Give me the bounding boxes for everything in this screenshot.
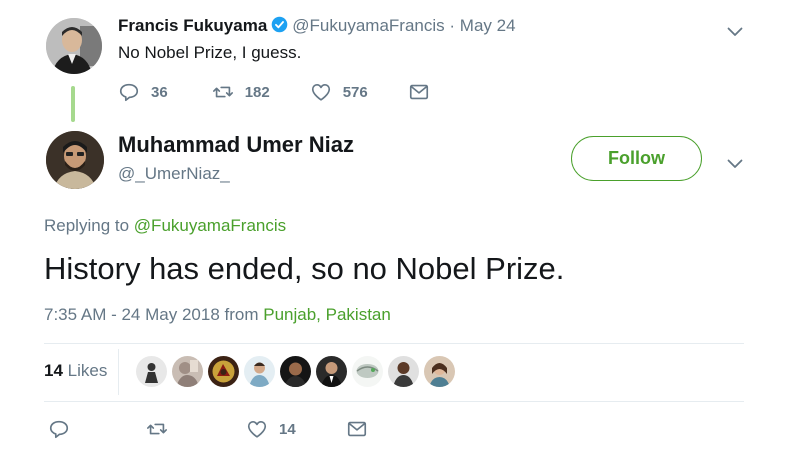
parent-author-handle[interactable]: @FukuyamaFrancis (292, 16, 444, 35)
parent-tweet-actions: 36 182 576 (118, 80, 430, 104)
like-count: 14 (279, 420, 296, 438)
author-handle[interactable]: @_UmerNiaz_ (118, 164, 230, 184)
liker-avatar[interactable] (424, 356, 455, 387)
parent-tweet-text: No Nobel Prize, I guess. (118, 43, 302, 62)
parent-author-avatar[interactable] (46, 18, 102, 74)
follow-button[interactable]: Follow (571, 136, 702, 181)
header-separator: · (449, 16, 456, 35)
likers-avatar-list (136, 356, 460, 388)
replying-to: Replying to @FukuyamaFrancis (44, 216, 286, 236)
heart-icon (311, 84, 330, 101)
envelope-icon (409, 84, 428, 100)
liker-avatar[interactable] (136, 356, 167, 387)
tweet-actions: 14 (48, 418, 378, 442)
liker-avatar[interactable] (352, 356, 383, 387)
divider (44, 401, 744, 402)
thread-connector-line (71, 86, 75, 122)
chevron-down-icon[interactable] (727, 156, 743, 174)
direct-message-button[interactable] (346, 418, 368, 440)
verified-badge-icon (271, 16, 288, 33)
envelope-icon (347, 421, 367, 437)
parent-author-name[interactable]: Francis Fukuyama (118, 16, 267, 35)
liker-avatar[interactable] (316, 356, 347, 387)
liker-avatar[interactable] (280, 356, 311, 387)
likes-count: 14 (44, 361, 63, 380)
reply-button[interactable]: 36 (118, 81, 168, 103)
tweet-metadata: 7:35 AM - 24 May 2018 from Punjab, Pakis… (44, 305, 391, 325)
reply-count: 36 (151, 83, 168, 101)
liker-avatar[interactable] (244, 356, 275, 387)
author-avatar[interactable] (46, 131, 104, 189)
reply-button[interactable] (48, 418, 70, 440)
retweet-button[interactable]: 182 (212, 81, 270, 103)
liker-avatar[interactable] (172, 356, 203, 387)
like-button[interactable]: 576 (310, 81, 368, 103)
author-name[interactable]: Muhammad Umer Niaz (118, 132, 354, 158)
tweet-text: History has ended, so no Nobel Prize. (44, 251, 565, 286)
like-count: 576 (342, 83, 368, 101)
replying-to-label: Replying to (44, 216, 130, 235)
from-label: from (224, 305, 259, 324)
retweet-count: 182 (244, 83, 270, 101)
tweet-timestamp[interactable]: 7:35 AM - 24 May 2018 (44, 305, 220, 324)
replying-to-handle-link[interactable]: @FukuyamaFrancis (134, 216, 286, 235)
stats-separator (118, 349, 119, 395)
likes-count-link[interactable]: 14 Likes (44, 361, 107, 381)
retweet-button[interactable] (146, 418, 168, 440)
heart-icon (247, 421, 267, 438)
direct-message-button[interactable] (408, 81, 430, 103)
like-button[interactable]: 14 (246, 418, 296, 440)
reply-icon (49, 420, 69, 439)
divider (44, 343, 744, 344)
retweet-icon (147, 423, 167, 435)
liker-avatar[interactable] (208, 356, 239, 387)
parent-tweet-header: Francis Fukuyama @FukuyamaFrancis · May 2… (118, 16, 516, 36)
tweet-location-link[interactable]: Punjab, Pakistan (263, 305, 391, 324)
parent-tweet-date[interactable]: May 24 (460, 16, 516, 35)
liker-avatar[interactable] (388, 356, 419, 387)
chevron-down-icon[interactable] (727, 24, 743, 42)
reply-icon (119, 83, 139, 102)
likes-label: Likes (67, 361, 108, 380)
retweet-icon (212, 86, 233, 98)
